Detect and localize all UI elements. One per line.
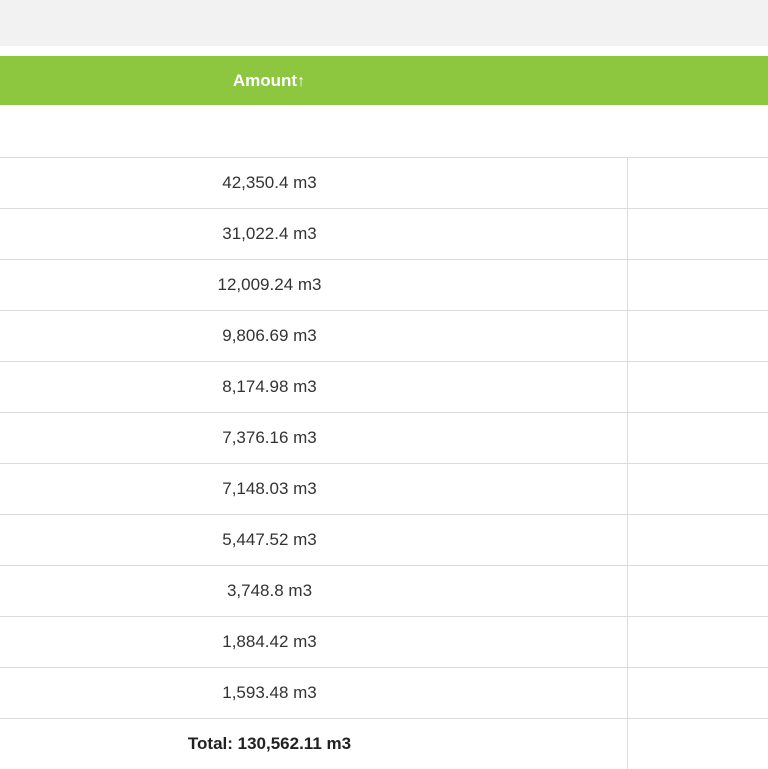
amount-cell: 42,350.4 m3 (0, 158, 627, 208)
empty-cell (627, 311, 768, 361)
amount-value: 8,174.98 m3 (222, 377, 317, 396)
empty-cell (627, 719, 768, 769)
empty-cell (627, 413, 768, 463)
data-table: 42,350.4 m3 31,022.4 m3 12,009.24 m3 9,8… (0, 157, 768, 769)
empty-cell (627, 362, 768, 412)
amount-value: 12,009.24 m3 (217, 275, 322, 294)
amount-cell: 7,376.16 m3 (0, 413, 627, 463)
empty-cell (627, 464, 768, 514)
table-row: 8,174.98 m3 (0, 361, 768, 412)
amount-cell: 12,009.24 m3 (0, 260, 627, 310)
table-row: 1,884.42 m3 (0, 616, 768, 667)
amount-value: 3,748.8 m3 (226, 581, 313, 600)
amount-value: 42,350.4 m3 (222, 173, 317, 192)
table-row: 7,376.16 m3 (0, 412, 768, 463)
amount-value: 9,806.69 m3 (222, 326, 317, 345)
empty-cell (627, 158, 768, 208)
amount-value: 31,022.4 m3 (222, 224, 317, 243)
amount-cell: 31,022.4 m3 (0, 209, 627, 259)
table-row: 12,009.24 m3 (0, 259, 768, 310)
empty-cell (627, 260, 768, 310)
amount-value: 1,884.42 m3 (222, 632, 317, 651)
amount-cell: 8,174.98 m3 (0, 362, 627, 412)
amount-cell: 3,748.8 m3 (0, 566, 627, 616)
table-row: 5,447.52 m3 (0, 514, 768, 565)
amount-value: 7,376.16 m3 (222, 428, 317, 447)
amount-value: 1,593.48 m3 (222, 683, 317, 702)
amount-cell: 7,148.03 m3 (0, 464, 627, 514)
table-row: 31,022.4 m3 (0, 208, 768, 259)
amount-value: 5,447.52 m3 (222, 530, 317, 549)
empty-cell (627, 668, 768, 718)
table-row: 42,350.4 m3 (0, 157, 768, 208)
table-row: 9,806.69 m3 (0, 310, 768, 361)
table-row: 3,748.8 m3 (0, 565, 768, 616)
amount-column-header[interactable]: Amount↑ (0, 56, 538, 106)
table-header: Amount↑ (0, 56, 768, 105)
empty-cell (627, 209, 768, 259)
amount-cell: 9,806.69 m3 (0, 311, 627, 361)
total-value: Total: 130,562.11 m3 (187, 734, 352, 753)
total-cell: Total: 130,562.11 m3 (0, 719, 627, 769)
empty-cell (627, 617, 768, 667)
amount-cell: 1,593.48 m3 (0, 668, 627, 718)
total-row: Total: 130,562.11 m3 (0, 718, 768, 769)
table-row: 7,148.03 m3 (0, 463, 768, 514)
amount-value: 7,148.03 m3 (222, 479, 317, 498)
empty-cell (627, 566, 768, 616)
sort-ascending-icon: ↑ (297, 73, 306, 90)
amount-header-label: Amount (232, 71, 298, 90)
empty-cell (627, 515, 768, 565)
amount-cell: 5,447.52 m3 (0, 515, 627, 565)
table-row: 1,593.48 m3 (0, 667, 768, 718)
top-toolbar-strip (0, 0, 768, 46)
amount-cell: 1,884.42 m3 (0, 617, 627, 667)
